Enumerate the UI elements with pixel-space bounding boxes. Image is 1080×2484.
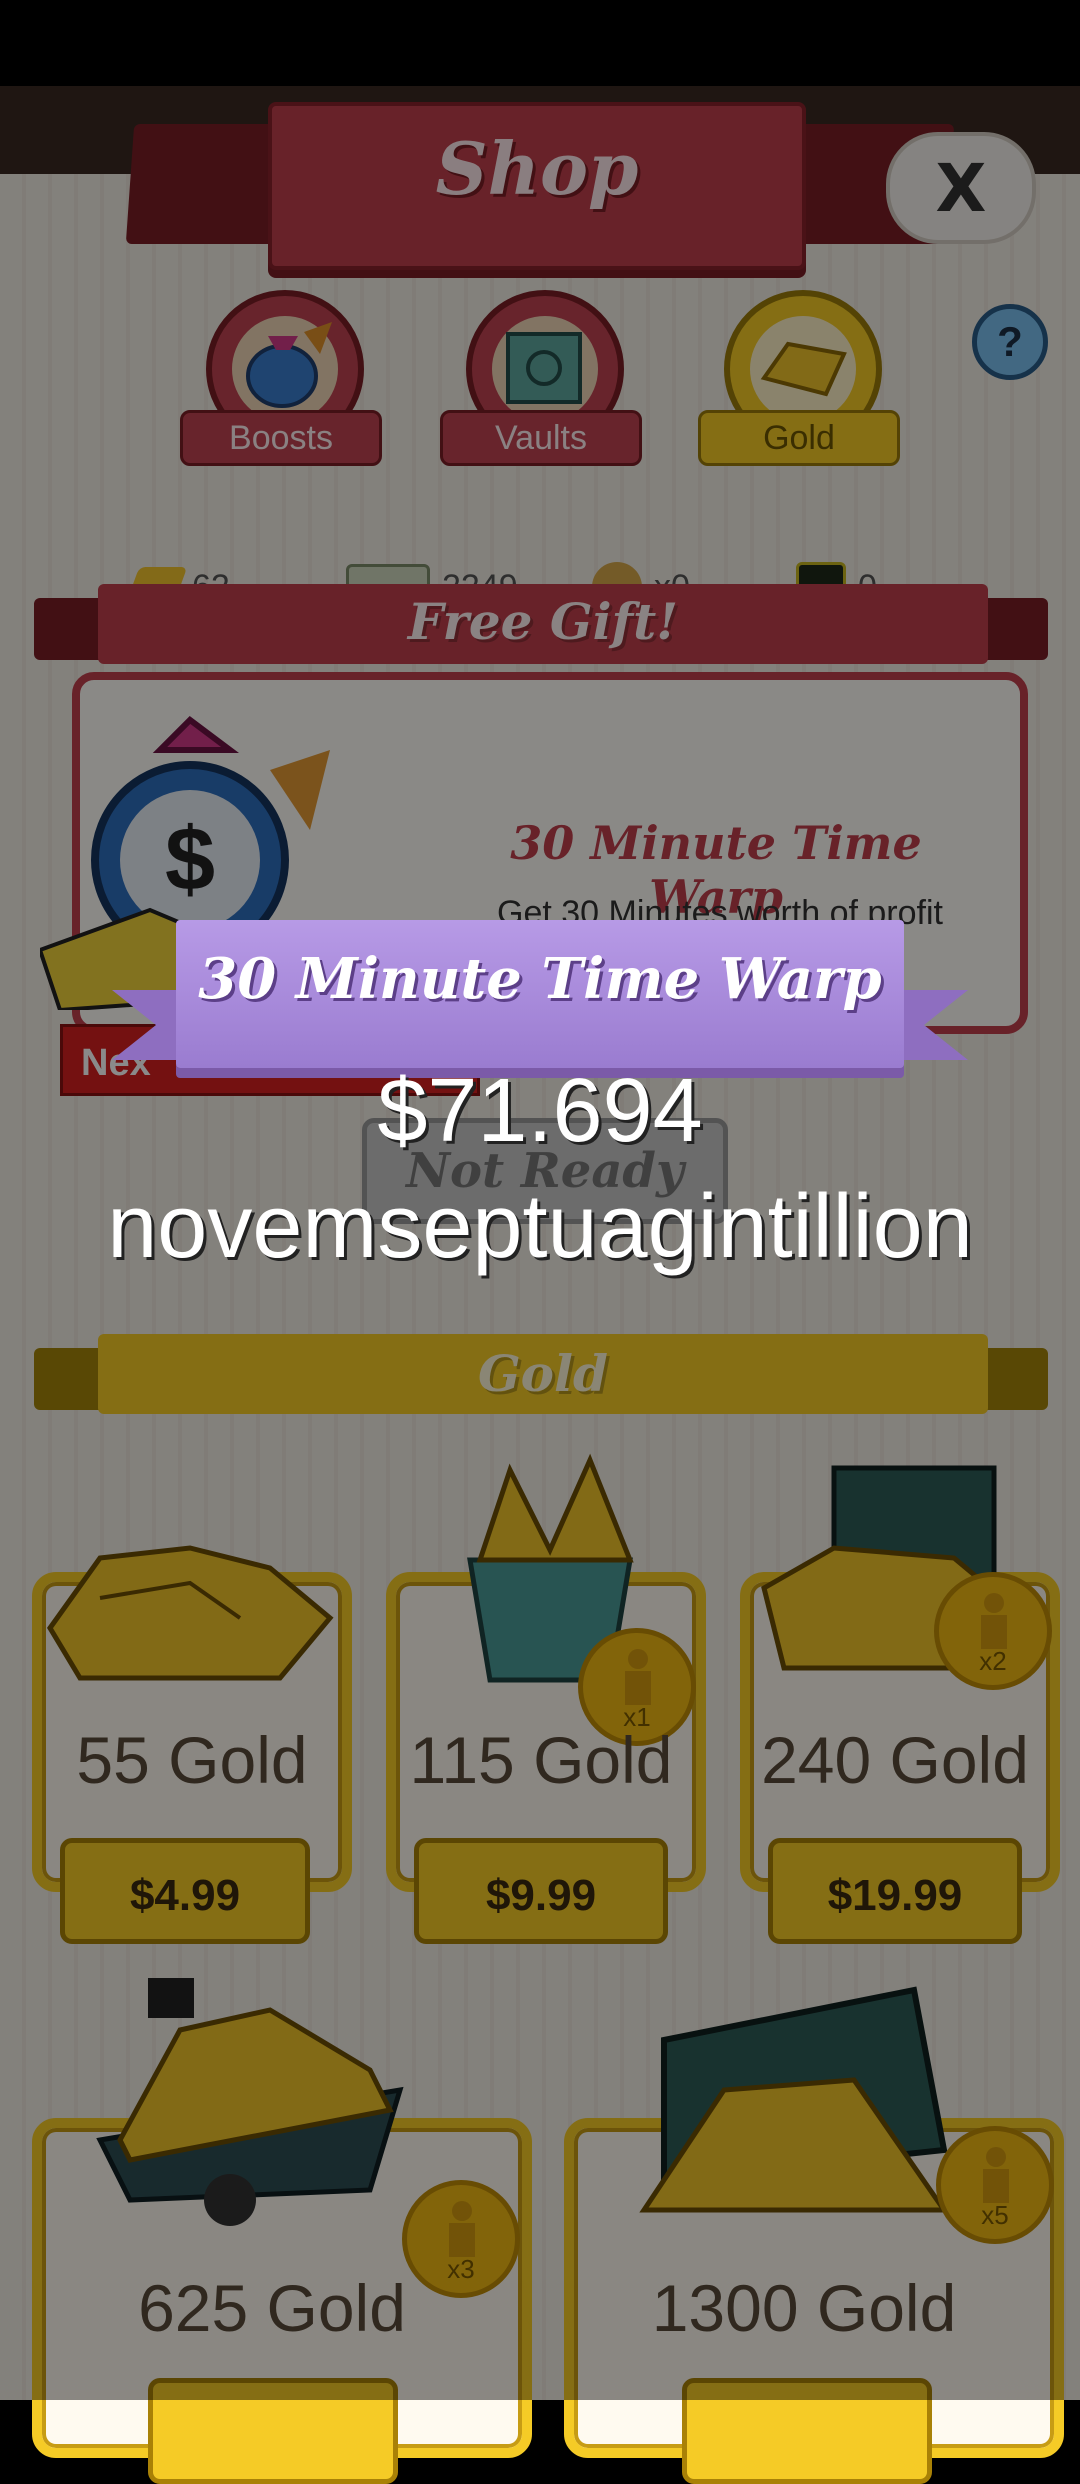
reward-ribbon-title: 30 Minute Time Warp <box>198 946 882 1012</box>
reward-amount-unit: novemseptuagintillion <box>107 1177 973 1277</box>
reward-amount: $71.694 <box>377 1061 703 1161</box>
